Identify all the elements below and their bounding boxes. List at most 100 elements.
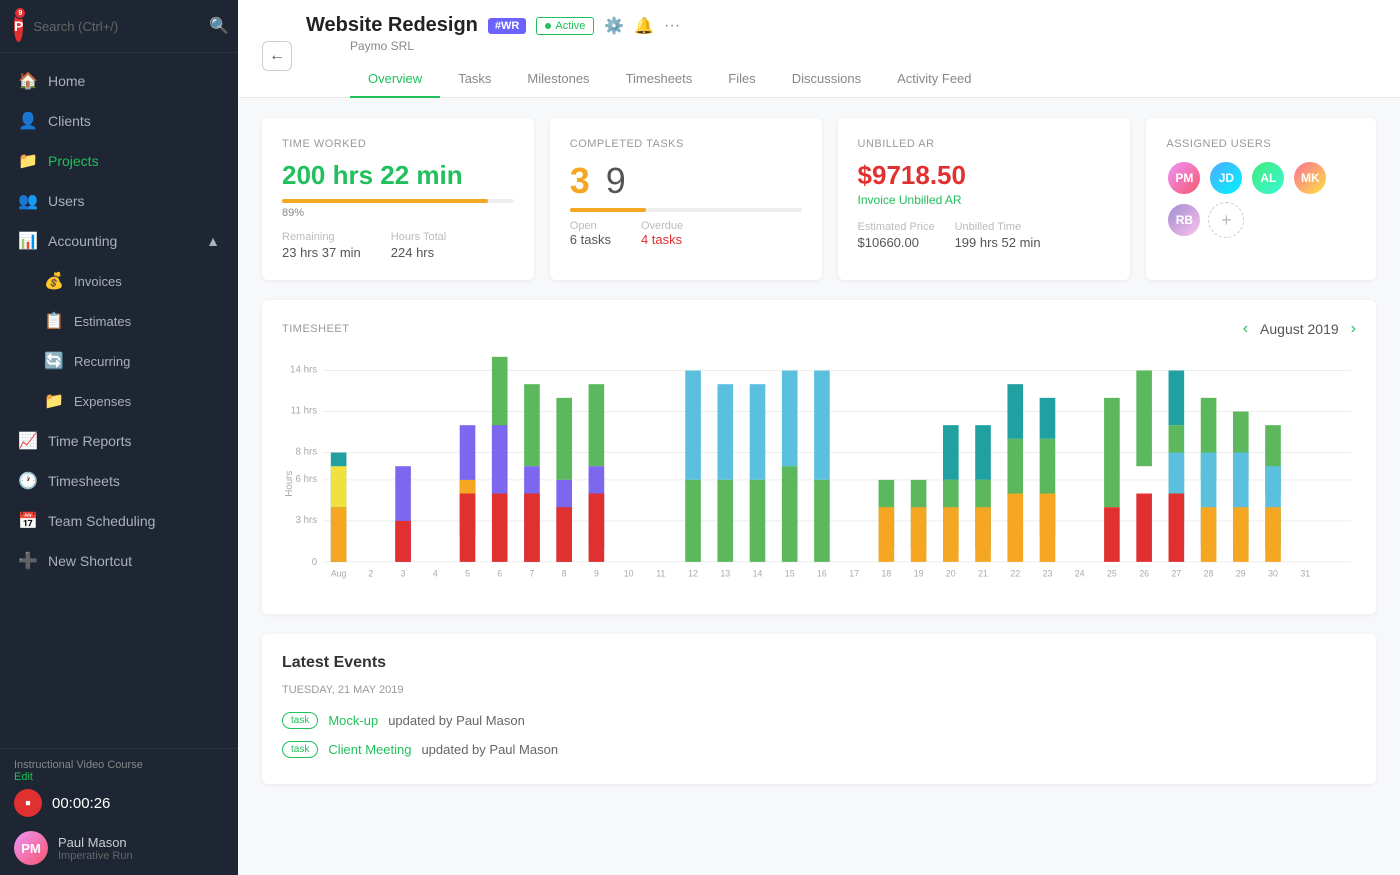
open-value: 6 tasks [570, 232, 611, 247]
tab-discussions[interactable]: Discussions [774, 61, 879, 98]
sidebar-item-label: Timesheets [48, 473, 120, 489]
event-link-2[interactable]: Client Meeting [328, 742, 411, 757]
svg-text:27: 27 [1171, 569, 1181, 579]
user-name: Paul Mason [58, 835, 133, 850]
tab-files[interactable]: Files [710, 61, 773, 98]
clients-icon: 👤 [18, 111, 36, 131]
event-tag-1: task [282, 712, 318, 729]
time-worked-value: 200 hrs 22 min [282, 160, 514, 191]
sidebar-item-time-reports[interactable]: 📈 Time Reports [0, 421, 238, 461]
svg-text:0: 0 [312, 557, 318, 568]
svg-text:3 hrs: 3 hrs [295, 515, 317, 526]
sidebar-item-label: Accounting [48, 233, 117, 249]
sidebar-item-label: Time Reports [48, 433, 132, 449]
sidebar-item-team-scheduling[interactable]: 📅 Team Scheduling [0, 501, 238, 541]
svg-text:14 hrs: 14 hrs [290, 364, 317, 375]
avatar-3: AL [1250, 160, 1286, 196]
scheduling-icon: 📅 [18, 511, 36, 531]
tab-milestones[interactable]: Milestones [509, 61, 607, 98]
next-month-button[interactable]: › [1351, 320, 1356, 338]
unbilled-price: $9718.50 [858, 160, 1111, 191]
completed-progress-track [570, 208, 802, 212]
overdue-tasks-stat: Overdue 4 tasks [641, 220, 683, 247]
sidebar-item-recurring[interactable]: 🔄 Recurring [0, 341, 238, 381]
remaining-value: 23 hrs 37 min [282, 245, 361, 260]
user-info: Paul Mason Imperative Run [58, 835, 133, 862]
sidebar-item-invoices[interactable]: 💰 Invoices [0, 261, 238, 301]
event-link-1[interactable]: Mock-up [328, 713, 378, 728]
svg-text:31: 31 [1300, 569, 1310, 579]
svg-text:12: 12 [688, 569, 698, 579]
search-icon[interactable]: 🔍 [209, 16, 229, 36]
completed-detail-row: Open 6 tasks Overdue 4 tasks [570, 220, 802, 247]
completed-tasks-card: COMPLETED TASKS 3 9 Open 6 tasks Overdue… [550, 118, 822, 280]
stats-row: TIME WORKED 200 hrs 22 min 89% Remaining… [262, 118, 1376, 280]
svg-text:23: 23 [1043, 569, 1053, 579]
sidebar-item-new-shortcut[interactable]: ➕ New Shortcut [0, 541, 238, 581]
svg-text:9: 9 [594, 569, 599, 579]
open-label: Open [570, 220, 611, 232]
sidebar-item-expenses[interactable]: 📁 Expenses [0, 381, 238, 421]
sidebar-item-users[interactable]: 👥 Users [0, 181, 238, 221]
sidebar-item-accounting[interactable]: 📊 Accounting ▲ [0, 221, 238, 261]
settings-icon[interactable]: ⚙️ [604, 16, 624, 36]
unbilled-time-value: 199 hrs 52 min [955, 235, 1041, 250]
project-title: Website Redesign [306, 14, 478, 37]
timer-display: 00:00:26 [52, 795, 110, 812]
chart-svg: 14 hrs 11 hrs 8 hrs 6 hrs 3 hrs 0 [282, 354, 1356, 594]
sidebar-header: P 9 🔍 [0, 0, 238, 53]
tab-tasks[interactable]: Tasks [440, 61, 509, 98]
prev-month-button[interactable]: ‹ [1243, 320, 1248, 338]
time-progress-bar [282, 199, 488, 203]
tab-overview[interactable]: Overview [350, 61, 440, 98]
sidebar-item-projects[interactable]: 📁 Projects [0, 141, 238, 181]
svg-text:25: 25 [1107, 569, 1117, 579]
tab-timesheets[interactable]: Timesheets [608, 61, 711, 98]
unbilled-time-stat: Unbilled Time 199 hrs 52 min [955, 221, 1041, 250]
sidebar-item-timesheets[interactable]: 🕐 Timesheets [0, 461, 238, 501]
sidebar-item-home[interactable]: 🏠 Home [0, 61, 238, 101]
back-button[interactable]: ← [262, 41, 292, 71]
avatars-row: PM JD AL MK RB + [1166, 160, 1356, 238]
accounting-icon: 📊 [18, 231, 36, 251]
svg-text:6 hrs: 6 hrs [295, 474, 317, 485]
svg-text:8 hrs: 8 hrs [295, 446, 317, 457]
timesheet-chart: 14 hrs 11 hrs 8 hrs 6 hrs 3 hrs 0 [282, 354, 1356, 594]
events-date: TUESDAY, 21 MAY 2019 [282, 684, 1356, 696]
svg-text:26: 26 [1139, 569, 1149, 579]
events-title: Latest Events [282, 654, 1356, 672]
sidebar-item-clients[interactable]: 👤 Clients [0, 101, 238, 141]
svg-text:7: 7 [530, 569, 535, 579]
svg-text:22: 22 [1010, 569, 1020, 579]
project-tabs: Overview Tasks Milestones Timesheets Fil… [306, 61, 1376, 97]
timesheet-header: TIMESHEET ‹ August 2019 › [282, 320, 1356, 338]
unbilled-detail-row: Estimated Price $10660.00 Unbilled Time … [858, 221, 1111, 250]
invoice-link[interactable]: Invoice Unbilled AR [858, 193, 1111, 207]
timer-edit-link[interactable]: Edit [14, 771, 224, 783]
hours-total-value: 224 hrs [391, 245, 446, 260]
more-options-icon[interactable]: ··· [664, 17, 680, 35]
svg-text:4: 4 [433, 569, 438, 579]
avatar-5: RB [1166, 202, 1202, 238]
unbilled-time-label: Unbilled Time [955, 221, 1041, 233]
completed-row: 3 9 [570, 160, 802, 202]
assigned-users-label: ASSIGNED USERS [1166, 138, 1356, 150]
svg-text:14: 14 [753, 569, 763, 579]
sidebar-item-estimates[interactable]: 📋 Estimates [0, 301, 238, 341]
tab-activity-feed[interactable]: Activity Feed [879, 61, 989, 98]
sidebar-item-label: Home [48, 73, 85, 89]
svg-text:19: 19 [914, 569, 924, 579]
svg-text:18: 18 [881, 569, 891, 579]
notification-icon[interactable]: 🔔 [634, 16, 654, 36]
svg-text:6: 6 [497, 569, 502, 579]
accounting-toggle[interactable]: ▲ [206, 233, 220, 249]
svg-text:11 hrs: 11 hrs [291, 405, 317, 416]
add-user-button[interactable]: + [1208, 202, 1244, 238]
sidebar-item-label: Recurring [74, 354, 130, 369]
search-input[interactable] [33, 19, 209, 34]
timer-stop-button[interactable]: ⏹ [14, 789, 42, 817]
unbilled-ar-card: UNBILLED AR $9718.50 Invoice Unbilled AR… [838, 118, 1131, 280]
project-subtitle: Paymo SRL [306, 39, 1376, 53]
expenses-icon: 📁 [44, 391, 62, 411]
status-label: Active [555, 20, 585, 32]
